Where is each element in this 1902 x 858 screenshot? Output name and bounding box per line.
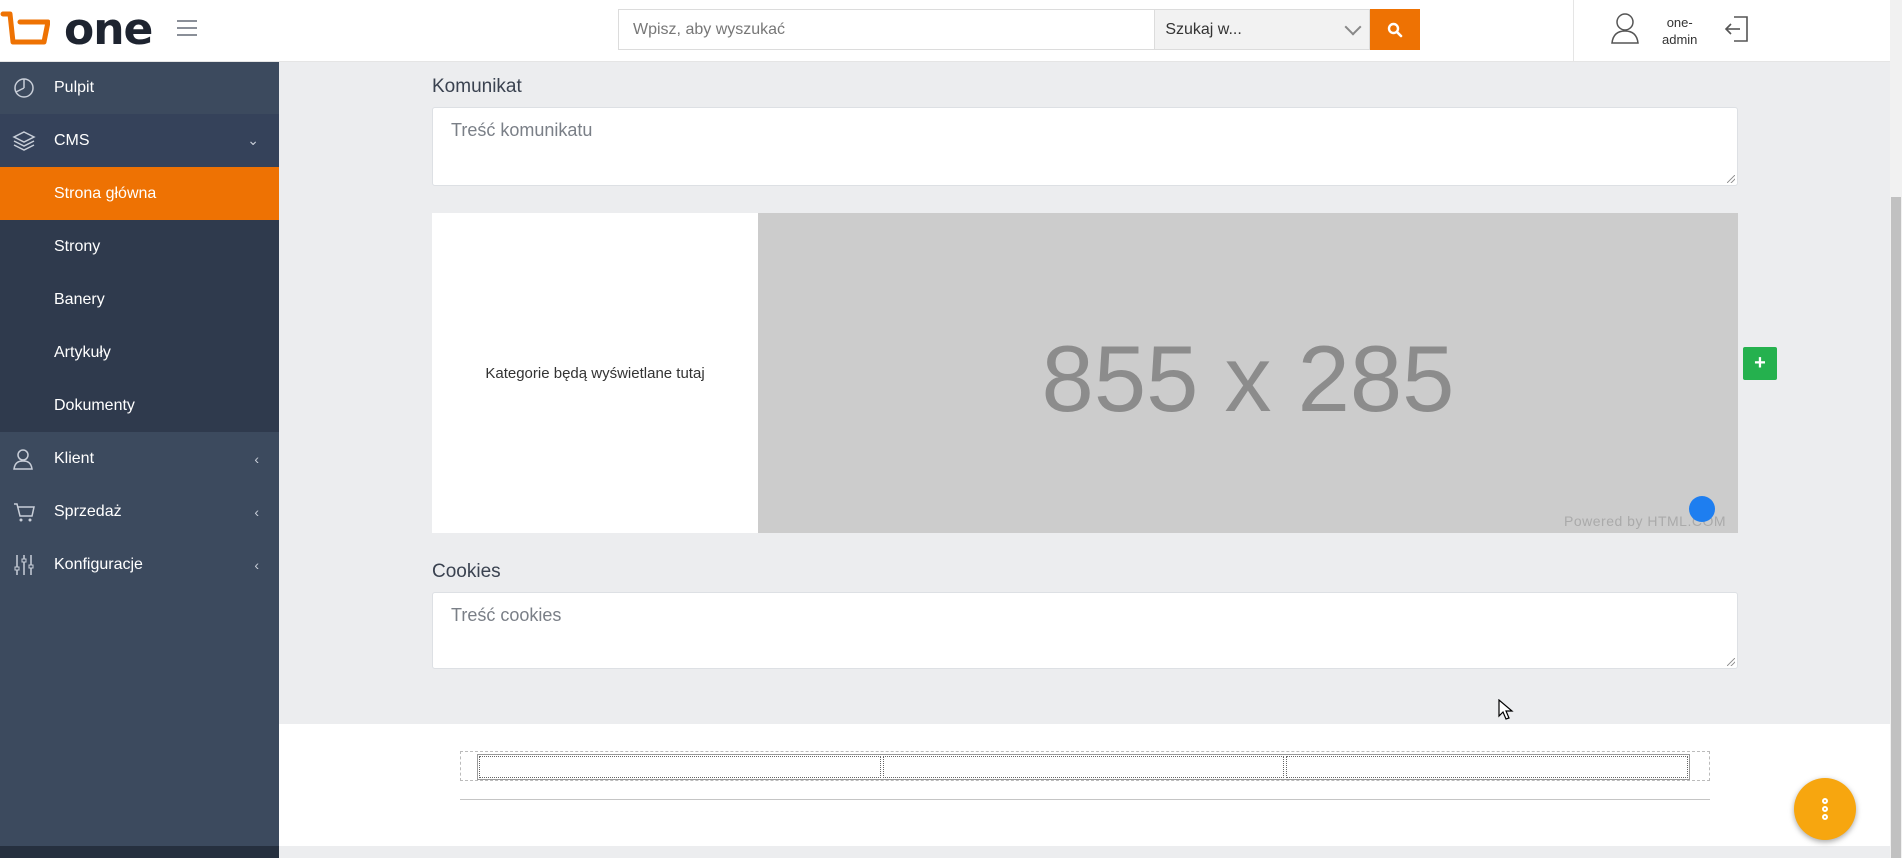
- sidebar-footer: [0, 846, 279, 858]
- logo-text: one: [64, 4, 153, 55]
- search-scope-select[interactable]: Szukaj w...: [1154, 9, 1371, 50]
- footer-grid-container[interactable]: [460, 751, 1710, 781]
- search-bar: Szukaj w...: [618, 9, 1420, 50]
- top-bar: one Szukaj w... one- admin: [0, 0, 1890, 62]
- search-button[interactable]: [1370, 9, 1420, 50]
- cookies-placeholder: Treść cookies: [451, 605, 562, 625]
- user-avatar-icon[interactable]: [1610, 12, 1640, 44]
- search-input[interactable]: [618, 9, 1155, 50]
- footer-editor: [279, 724, 1890, 846]
- chevron-left-icon: ‹: [254, 450, 259, 467]
- user-name[interactable]: one- admin: [1662, 14, 1697, 48]
- sidebar-item-cms[interactable]: CMS ⌄: [0, 114, 279, 167]
- menu-toggle-icon[interactable]: [177, 20, 197, 38]
- komunikat-label: Komunikat: [432, 76, 522, 97]
- chevron-left-icon: ‹: [254, 503, 259, 520]
- logo[interactable]: one: [0, 4, 153, 55]
- categories-placeholder: Kategorie będą wyświetlane tutaj: [485, 364, 705, 382]
- logo-mark-icon: [0, 11, 50, 45]
- mouse-cursor-icon: [1498, 699, 1514, 720]
- user-icon: [13, 449, 33, 470]
- sidebar: Pulpit CMS ⌄ Strona główna Strony Banery…: [0, 61, 279, 858]
- drag-handle-dot[interactable]: [1689, 496, 1715, 522]
- sidebar-item-sprzedaz[interactable]: Sprzedaż ‹: [0, 485, 279, 538]
- footer-divider: [460, 799, 1710, 800]
- sidebar-item-klient[interactable]: Klient ‹: [0, 432, 279, 485]
- footer-grid-cell[interactable]: [882, 756, 1285, 778]
- dashboard-icon: [14, 78, 34, 98]
- resize-handle-icon[interactable]: [1727, 175, 1735, 183]
- sidebar-item-pulpit[interactable]: Pulpit: [0, 61, 279, 114]
- cookies-label: Cookies: [432, 561, 501, 582]
- resize-handle-icon[interactable]: [1727, 658, 1735, 666]
- sidebar-item-label: Sprzedaż: [54, 502, 122, 520]
- footer-grid-row: [477, 754, 1690, 780]
- banner-section: Kategorie będą wyświetlane tutaj 855 x 2…: [432, 213, 1738, 533]
- page-bottom-bar: [279, 846, 1890, 858]
- user-area: one- admin: [1573, 0, 1891, 61]
- add-banner-button[interactable]: +: [1743, 347, 1777, 380]
- sliders-icon: [14, 555, 34, 575]
- sidebar-item-label: Klient: [54, 449, 95, 467]
- sidebar-item-label: Pulpit: [54, 78, 95, 96]
- logout-icon[interactable]: [1724, 14, 1750, 44]
- main-content: Komunikat Treść komunikatu Kategorie będ…: [279, 61, 1890, 724]
- sidebar-item-label: Konfiguracje: [54, 555, 143, 573]
- sidebar-item-label: CMS: [54, 131, 90, 149]
- komunikat-textarea[interactable]: Treść komunikatu: [432, 107, 1738, 186]
- cookies-textarea[interactable]: Treść cookies: [432, 592, 1738, 669]
- banner-placeholder-image[interactable]: 855 x 285 Powered by HTML.COM: [758, 213, 1738, 533]
- scrollbar-thumb[interactable]: [1891, 197, 1901, 858]
- sidebar-item-konfiguracje[interactable]: Konfiguracje ‹: [0, 538, 279, 591]
- komunikat-placeholder: Treść komunikatu: [451, 120, 593, 140]
- sidebar-subitem-dokumenty[interactable]: Dokumenty: [0, 379, 279, 432]
- sidebar-subitem-banery[interactable]: Banery: [0, 273, 279, 326]
- sidebar-subitem-strony[interactable]: Strony: [0, 220, 279, 273]
- sidebar-subitem-strona-glowna[interactable]: Strona główna: [0, 167, 279, 220]
- search-scope-value: Szukaj w...: [1165, 20, 1242, 38]
- sidebar-subitem-artykuly[interactable]: Artykuły: [0, 326, 279, 379]
- floating-action-button[interactable]: [1794, 778, 1856, 840]
- chevron-left-icon: ‹: [254, 556, 259, 573]
- chevron-down-icon: ⌄: [247, 132, 259, 148]
- footer-grid-cell[interactable]: [479, 756, 881, 778]
- more-vertical-icon: [1822, 796, 1828, 822]
- footer-grid-cell[interactable]: [1286, 756, 1689, 778]
- placeholder-dimensions: 855 x 285: [1041, 326, 1455, 431]
- chevron-down-icon: [1344, 18, 1362, 36]
- layers-icon: [12, 131, 36, 151]
- search-icon: [1387, 22, 1403, 37]
- cart-icon: [14, 503, 35, 522]
